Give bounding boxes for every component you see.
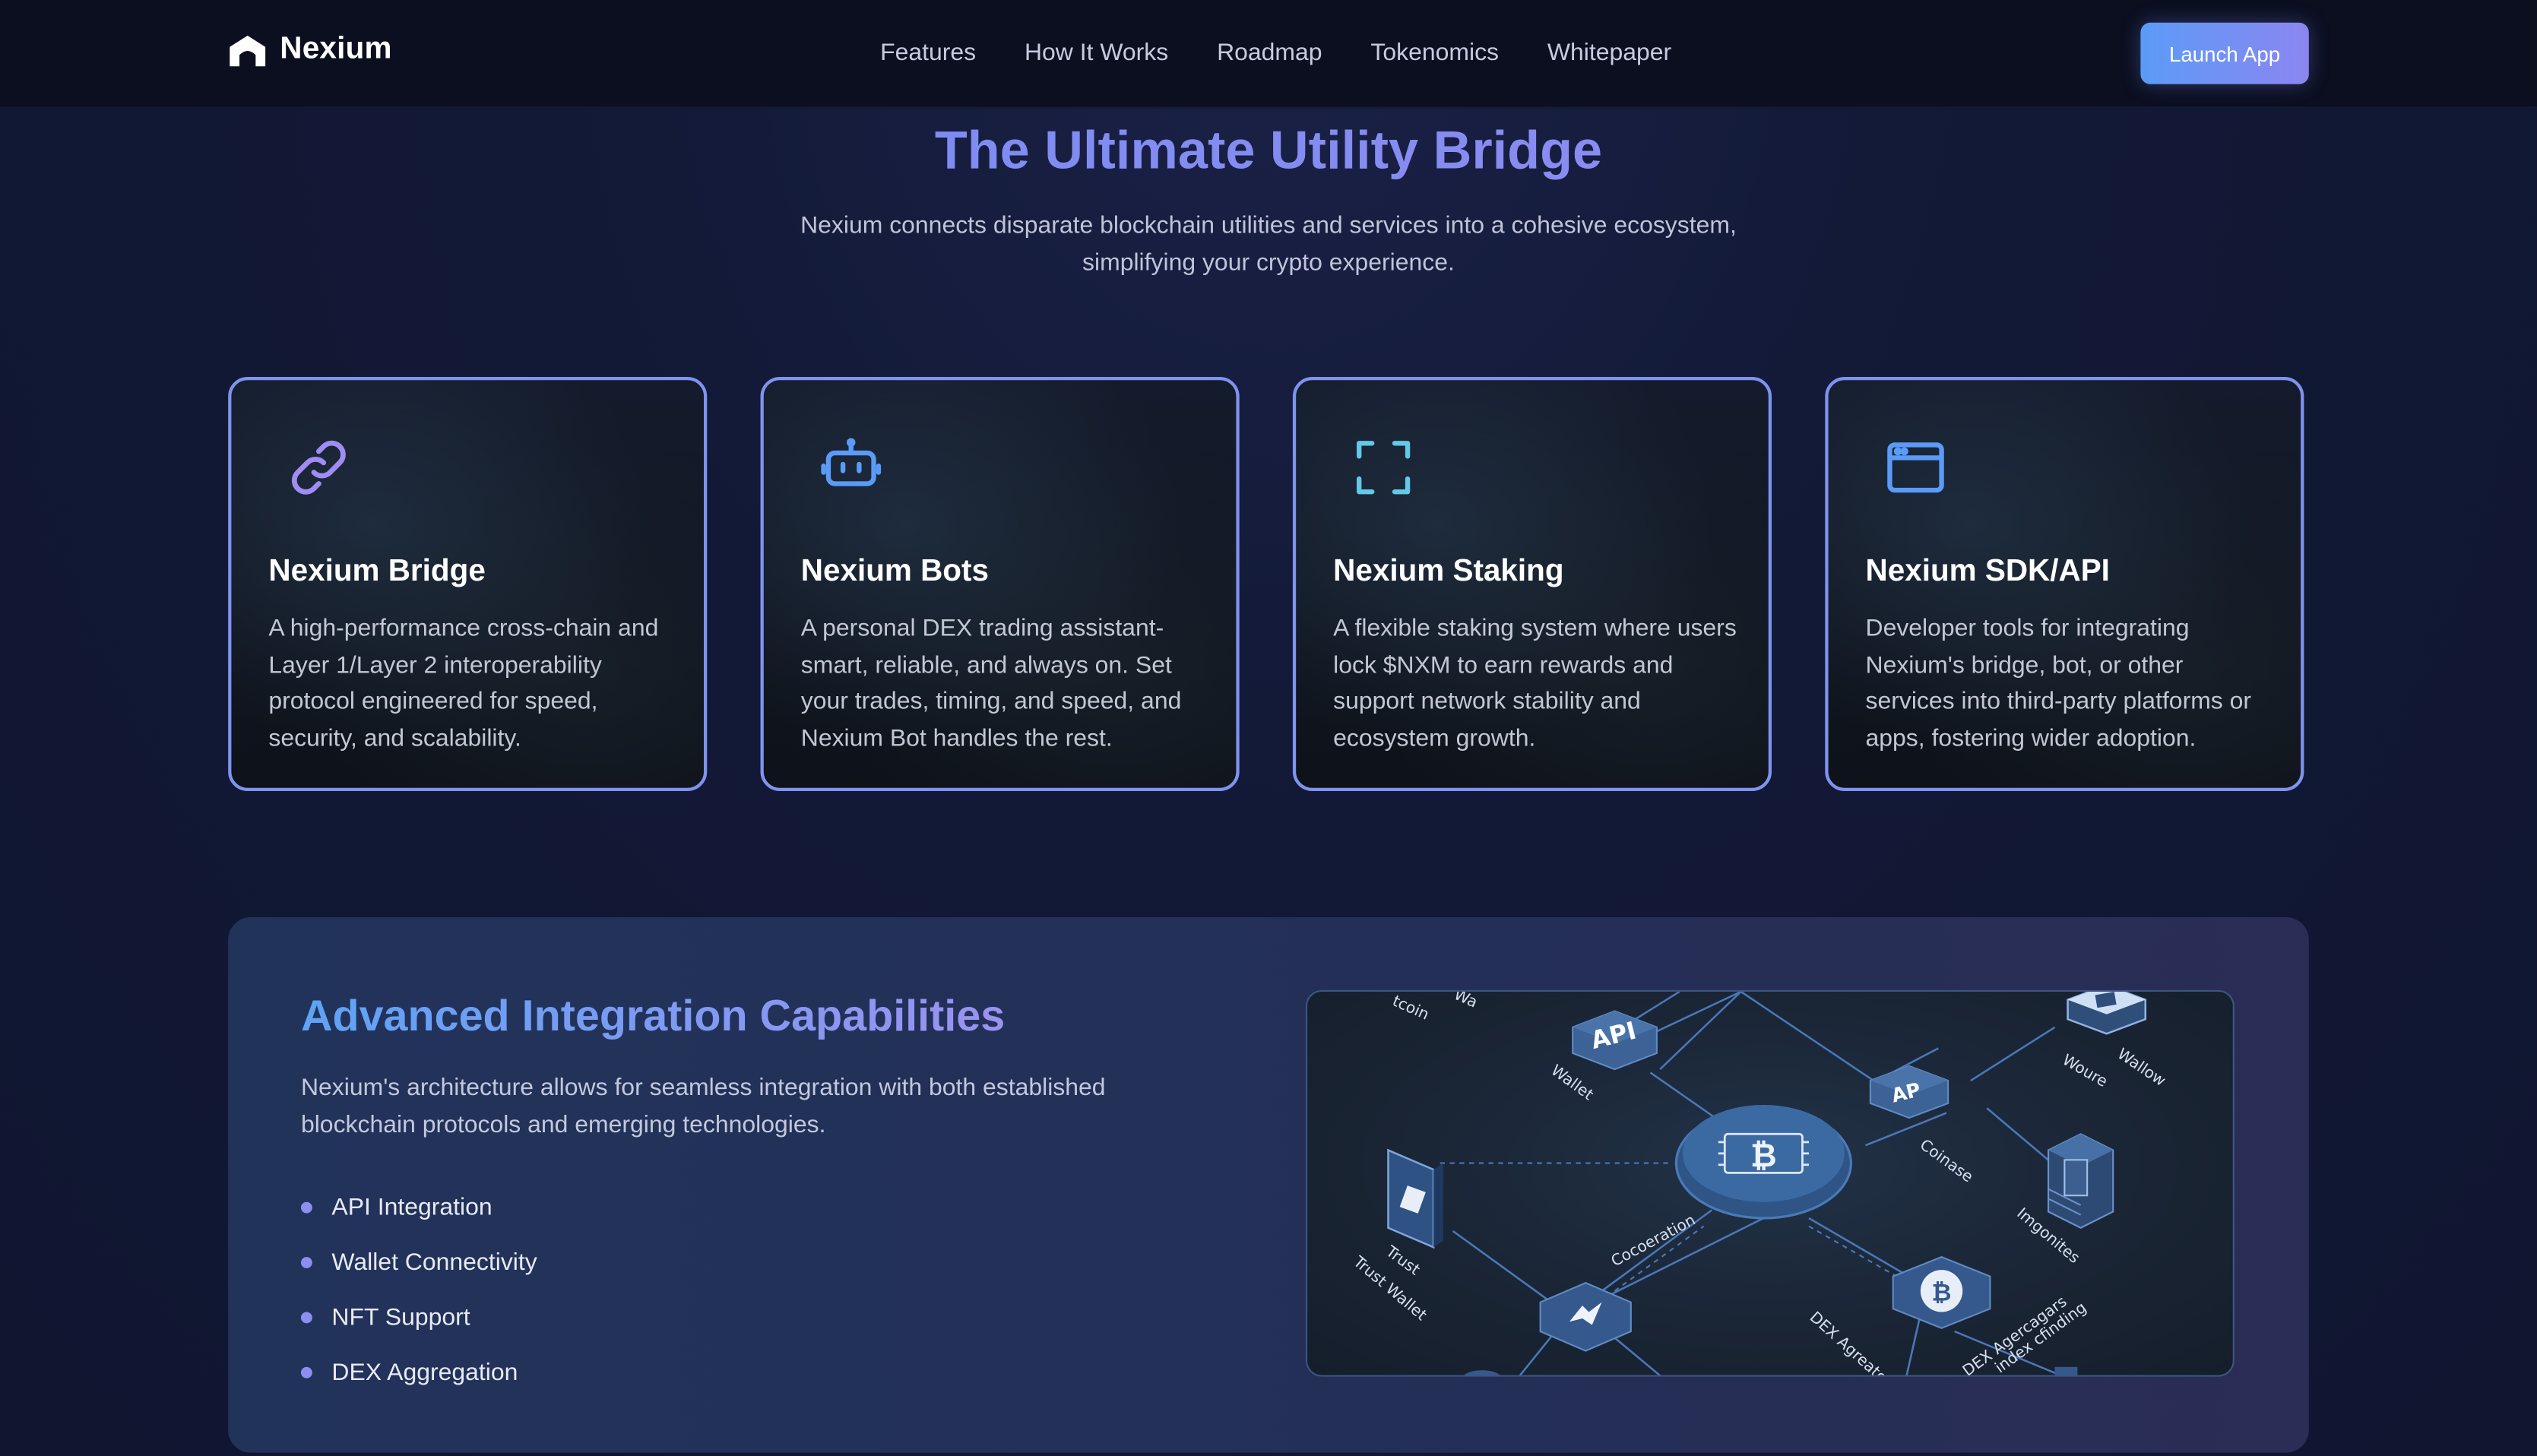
bullet-dot	[300, 1366, 312, 1378]
integration-title: Advanced Integration Capabilities	[301, 992, 1005, 1042]
diagram-label-wa: Wa	[1452, 992, 1481, 1011]
feature-title: Nexium Staking	[1333, 555, 1564, 589]
list-item-label: NFT Support	[331, 1302, 470, 1331]
integration-network-diagram: ₿ API AP ₿ tcoin Wa Wallet Coinase Woure…	[1305, 989, 2235, 1377]
nav-link-roadmap[interactable]: Roadmap	[1217, 39, 1322, 66]
feature-description: A flexible staking system where users lo…	[1333, 614, 1737, 752]
main-nav: Features How It Works Roadmap Tokenomics…	[880, 39, 1671, 66]
bullet-dot	[300, 1201, 312, 1214]
svg-text:₿: ₿	[1750, 1137, 1777, 1175]
feature-title: Nexium Bridge	[268, 555, 486, 589]
list-item-label: API Integration	[331, 1192, 493, 1221]
feature-description: A personal DEX trading assistant-smart, …	[800, 614, 1182, 752]
list-item: API Integration	[300, 1179, 537, 1234]
list-item: DEX Aggregation	[300, 1344, 537, 1399]
integration-description: Nexium's architecture allows for seamles…	[300, 1074, 1106, 1139]
launch-app-button[interactable]: Launch App	[2140, 22, 2309, 84]
chain-link-icon	[291, 440, 346, 495]
hero-subtitle: Nexium connects disparate blockchain uti…	[800, 211, 1737, 277]
integration-section: Advanced Integration Capabilities Nexium…	[228, 917, 2309, 1453]
nav-link-whitepaper[interactable]: Whitepaper	[1547, 39, 1671, 66]
feature-card-staking[interactable]: Nexium Staking A flexible staking system…	[1292, 377, 1772, 791]
list-item: NFT Support	[300, 1290, 537, 1344]
feature-card-bots[interactable]: Nexium Bots A personal DEX trading assis…	[760, 377, 1240, 791]
feature-description: A high-performance cross-chain and Layer…	[268, 614, 659, 752]
top-navbar: Nexium Features How It Works Roadmap Tok…	[0, 0, 2537, 109]
list-item-label: DEX Aggregation	[331, 1358, 518, 1386]
feature-card-sdk-api[interactable]: Nexium SDK/API Developer tools for integ…	[1825, 377, 2304, 791]
diagram-label-wallet: Wallet	[1547, 1061, 1597, 1103]
nav-link-tokenomics[interactable]: Tokenomics	[1370, 39, 1499, 66]
diagram-label-woure: Woure	[2060, 1050, 2111, 1090]
list-item: Wallet Connectivity	[300, 1234, 537, 1289]
feature-title: Nexium SDK/API	[1865, 555, 2110, 589]
brand[interactable]: Nexium	[228, 33, 392, 68]
brand-name: Nexium	[280, 32, 392, 67]
nav-link-how-it-works[interactable]: How It Works	[1025, 39, 1168, 66]
feature-card-bridge[interactable]: Nexium Bridge A high-performance cross-c…	[228, 377, 708, 791]
browser-window-icon	[1887, 442, 1944, 493]
expand-corners-icon	[1356, 441, 1411, 495]
page: Nexium Features How It Works Roadmap Tok…	[0, 0, 2537, 1456]
diagram-label-cocoeration: Cocoeration	[1608, 1211, 1699, 1270]
feature-title: Nexium Bots	[800, 555, 989, 589]
diagram-label-dex-agreators: DEX Agreators	[1807, 1308, 1902, 1377]
bullet-dot	[300, 1312, 312, 1324]
integration-list: API Integration Wallet Connectivity NFT …	[300, 1179, 537, 1400]
house-arch-logo-icon	[230, 35, 266, 67]
diagram-label-trust: Trust	[1383, 1242, 1424, 1279]
svg-text:₿: ₿	[1932, 1278, 1952, 1307]
list-item-label: Wallet Connectivity	[331, 1248, 537, 1276]
diagram-label-wallow: Wallow	[2114, 1044, 2169, 1090]
network-diagram-illustration: ₿ API AP ₿ tcoin Wa Wallet Coinase Woure…	[1350, 991, 2169, 1377]
bullet-dot	[300, 1257, 312, 1268]
robot-icon	[821, 438, 882, 486]
diagram-label-tcoin: tcoin	[1390, 992, 1432, 1024]
hero-title: The Ultimate Utility Bridge	[0, 120, 2537, 182]
diagram-label-coinase: Coinase	[1917, 1135, 1977, 1186]
nav-link-features[interactable]: Features	[880, 39, 976, 66]
feature-description: Developer tools for integrating Nexium's…	[1865, 614, 2252, 752]
